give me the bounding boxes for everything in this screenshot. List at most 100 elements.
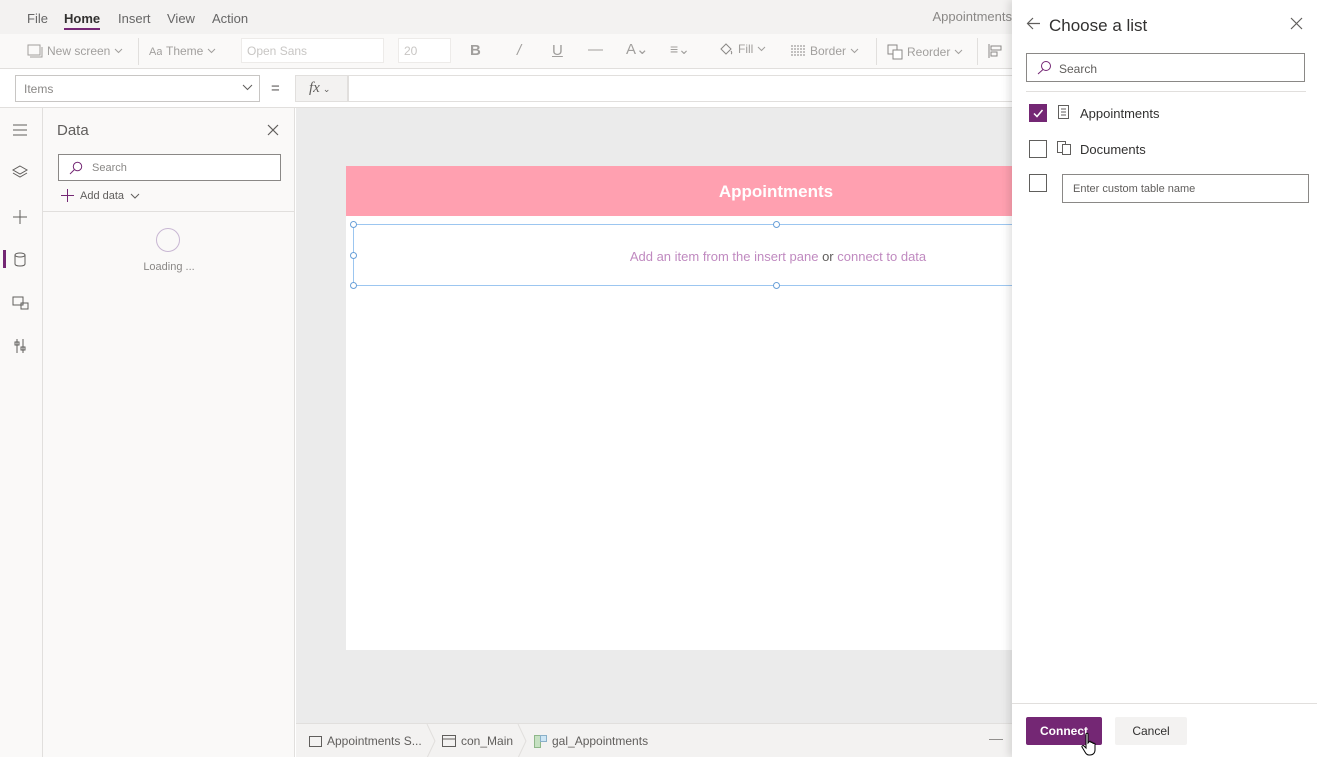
tools-icon[interactable] [14,338,26,354]
breadcrumb: Appointments S... con_Main gal_Appointme… [296,723,1012,757]
breadcrumb-chevron-icon [517,724,527,757]
breadcrumb-screen[interactable]: Appointments S... [309,734,422,748]
divider [1012,703,1317,704]
font-family-select[interactable]: Open Sans [241,38,384,63]
font-color-icon[interactable]: A⌄ [626,40,649,58]
add-data-label: Add data [80,189,125,202]
close-icon[interactable] [267,124,279,136]
zoom-out-button[interactable]: — [989,730,1003,746]
app-screen[interactable]: Appointments Add an item from the insert… [346,166,1023,650]
resize-handle[interactable] [773,221,780,228]
loading-text: Loading ... [143,261,195,273]
choose-list-panel: Choose a list Search Appointments Docume… [1012,0,1317,757]
italic-icon[interactable]: / [517,42,521,59]
ribbon-toolbar: New screen Aa Theme Open Sans 20 B / U —… [0,34,1012,69]
search-placeholder: Search [1059,62,1098,76]
header-bar[interactable]: Appointments [346,166,1012,216]
database-icon[interactable] [14,252,26,267]
active-rail-indicator [3,250,6,268]
chevron-down-icon [955,49,963,55]
font-size-select[interactable]: 20 [398,38,451,63]
checkmark-icon [1033,109,1044,118]
border-button[interactable]: Border [790,44,859,58]
breadcrumb-container[interactable]: con_Main [442,734,513,748]
breadcrumb-label: gal_Appointments [552,734,649,748]
property-value: Items [24,82,54,96]
search-icon [1037,61,1051,75]
breadcrumb-gallery[interactable]: gal_Appointments [534,734,648,748]
gallery-icon [534,734,547,748]
ribbon-separator [876,38,877,65]
layers-icon[interactable] [12,165,28,179]
app-title: Appointments [932,9,1013,24]
breadcrumb-label: con_Main [461,734,514,748]
underline-icon[interactable]: U [552,42,563,59]
left-rail [0,108,43,757]
breadcrumb-chevron-icon [426,724,436,757]
media-icon[interactable] [12,296,29,310]
panel-title: Choose a list [1049,16,1148,35]
close-icon[interactable] [1290,17,1303,30]
font-size-value: 20 [404,44,418,58]
reorder-button[interactable]: Reorder [887,44,963,60]
new-screen-label: New screen [47,44,111,58]
checkbox-documents[interactable] [1029,140,1047,158]
active-tab-indicator [64,28,100,30]
new-screen-icon [27,44,43,58]
bold-icon[interactable]: B [470,42,481,59]
checkbox-custom[interactable] [1029,174,1047,192]
resize-handle[interactable] [350,221,357,228]
library-icon [1057,141,1071,155]
plus-icon [61,189,74,202]
list-search-input[interactable]: Search [1026,53,1305,82]
data-pane-title: Data [57,122,89,139]
fill-button[interactable]: Fill [718,41,766,57]
custom-table-placeholder: Enter custom table name [1073,183,1196,195]
gallery-placeholder[interactable]: Add an item from the insert pane or conn… [350,221,1023,289]
cancel-button[interactable]: Cancel [1115,717,1187,745]
property-dropdown[interactable]: Items [15,75,260,102]
resize-handle[interactable] [773,282,780,289]
chevron-down-icon [115,48,123,54]
list-icon [1058,105,1069,119]
strikethrough-icon[interactable]: — [588,41,603,58]
list-item-appointments[interactable]: Appointments [1080,106,1160,121]
align-objects-button[interactable] [988,44,1004,58]
search-placeholder: Search [92,162,127,174]
plus-icon[interactable] [12,209,28,225]
reorder-label: Reorder [907,45,951,59]
resize-handle[interactable] [350,252,357,259]
connect-to-data-link[interactable]: connect to data [837,249,926,264]
hamburger-icon[interactable] [12,124,28,136]
add-data-button[interactable]: Add data [61,189,140,202]
theme-button[interactable]: Aa Theme [148,44,216,58]
align-left-icon [988,44,1002,58]
checkbox-appointments[interactable] [1029,104,1047,122]
menu-file[interactable]: File [27,11,48,26]
menu-home[interactable]: Home [64,11,100,26]
chevron-down-icon [850,48,859,54]
reorder-icon [887,44,903,60]
divider [43,211,295,212]
menu-action[interactable]: Action [212,11,248,26]
insert-pane-link[interactable]: Add an item from the insert pane [630,249,819,264]
resize-handle[interactable] [350,282,357,289]
gallery-message-or: or [822,249,834,264]
new-screen-button[interactable]: New screen [27,44,123,58]
back-arrow-icon[interactable] [1026,17,1041,30]
custom-table-name-input[interactable]: Enter custom table name [1062,174,1309,203]
chevron-down-icon [130,193,140,199]
fx-button[interactable]: fx ⌄ [295,75,348,102]
canvas-area: Appointments Add an item from the insert… [296,108,1023,723]
equals-sign: = [271,80,280,97]
chevron-down-icon [242,84,253,91]
divider [1026,91,1306,92]
formula-input[interactable] [348,75,1012,102]
fill-label: Fill [738,42,754,56]
menu-view[interactable]: View [167,11,195,26]
list-item-documents[interactable]: Documents [1080,142,1146,157]
data-search-input[interactable]: Search [58,154,281,181]
loading-spinner-icon [156,228,180,252]
align-icon[interactable]: ≡⌄ [670,41,690,58]
menu-insert[interactable]: Insert [118,11,151,26]
